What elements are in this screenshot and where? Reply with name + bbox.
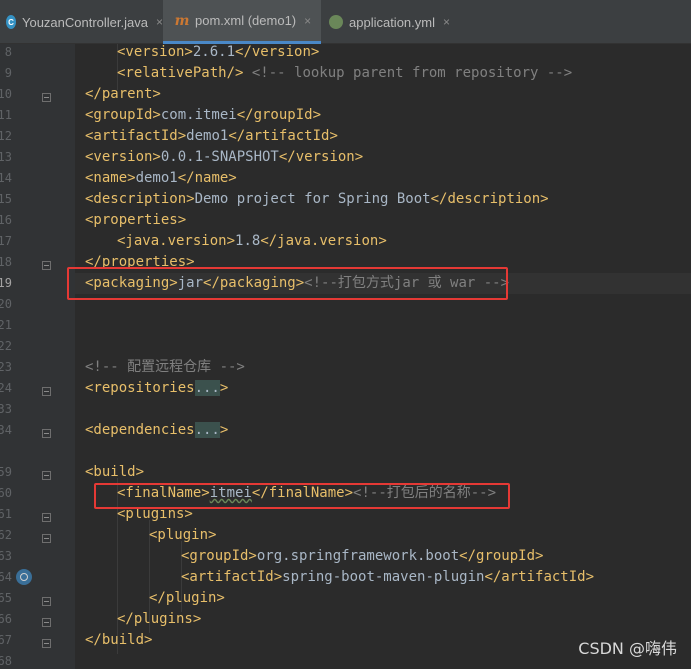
tab-label: application.yml [349,14,435,30]
code-line: <version>2.6.1</version> [117,44,320,60]
fold-marker-icon[interactable] [42,597,51,606]
fold-marker-icon[interactable] [42,513,51,522]
code-line: <!-- 配置远程仓库 --> [85,359,245,375]
fold-marker-icon[interactable] [42,93,51,102]
code-line: </plugin> [149,590,225,606]
line-number: 59 [0,465,12,479]
line-number: 64 [0,570,12,584]
highlight-box-finalname [94,483,510,509]
line-number: 9 [4,66,12,80]
tab-label: YouzanController.java [21,14,148,30]
line-number: 62 [0,528,12,542]
code-line-folded[interactable]: <repositories...> [85,378,228,399]
line-number: 12 [0,129,12,143]
code-line: <artifactId>spring-boot-maven-plugin</ar… [181,569,595,585]
code-line: <description>Demo project for Spring Boo… [85,191,549,207]
line-number: 23 [0,360,12,374]
java-class-icon: C [6,15,16,29]
run-gutter-icon[interactable] [16,569,32,585]
code-line: <version>0.0.1-SNAPSHOT</version> [85,149,364,165]
line-number: 60 [0,486,12,500]
code-editor[interactable]: <version>2.6.1</version> <relativePath/>… [75,44,691,669]
line-number: 22 [0,339,12,353]
line-number: 8 [4,45,12,59]
fold-expand-icon[interactable] [42,429,51,438]
tab-youzan-controller[interactable]: C YouzanController.java × [0,0,163,44]
line-number: 14 [0,171,12,185]
code-line: <groupId>com.itmei</groupId> [85,107,322,123]
fold-marker-icon[interactable] [42,639,51,648]
code-line: <java.version>1.8</java.version> [117,233,387,249]
csdn-watermark: CSDN @嗨伟 [578,639,677,658]
folded-region[interactable]: ... [194,422,220,438]
line-number: 10 [0,87,12,101]
fold-marker-icon[interactable] [42,534,51,543]
line-number: 65 [0,591,12,605]
close-icon[interactable]: × [304,14,311,28]
fold-marker-icon[interactable] [42,471,51,480]
code-line: <groupId>org.springframework.boot</group… [181,548,544,564]
spring-yaml-icon [329,15,343,29]
fold-expand-icon[interactable] [42,387,51,396]
code-line: <properties> [85,212,187,228]
line-number: 61 [0,507,12,521]
close-icon[interactable]: × [443,15,450,29]
code-line: <artifactId>demo1</artifactId> [85,128,338,144]
code-line: <build> [85,464,145,480]
line-number: 21 [0,318,12,332]
tab-pom-xml[interactable]: m pom.xml (demo1) × [163,0,321,44]
line-number: 24 [0,381,12,395]
fold-marker-icon[interactable] [42,618,51,627]
line-number: 33 [0,402,12,416]
code-line-folded[interactable]: <dependencies...> [85,420,228,441]
line-number-gutter[interactable]: 8 9 10 11 12 13 14 15 16 17 18 19 20 21 … [0,44,75,669]
line-number: 67 [0,633,12,647]
fold-marker-icon[interactable] [42,261,51,270]
line-number: 17 [0,234,12,248]
line-number: 63 [0,549,12,563]
code-line: <relativePath/> <!-- lookup parent from … [117,65,573,81]
tab-application-yml[interactable]: application.yml × [321,0,471,44]
code-line: </build> [85,632,153,648]
line-number: 68 [0,654,12,668]
line-number: 20 [0,297,12,311]
line-number: 15 [0,192,12,206]
line-number: 11 [0,108,12,122]
close-icon[interactable]: × [156,15,163,29]
maven-icon: m [174,12,190,29]
code-line: </parent> [85,86,161,102]
highlight-box-packaging [67,267,508,300]
editor-tab-bar: C YouzanController.java × m pom.xml (dem… [0,0,691,44]
line-number: 13 [0,150,12,164]
code-line: <plugin> [149,527,217,543]
line-number-current: 19 [0,276,12,290]
line-number: 34 [0,423,12,437]
line-number: 18 [0,255,12,269]
line-number: 16 [0,213,12,227]
folded-region[interactable]: ... [194,380,220,396]
code-line: </plugins> [117,611,202,627]
code-line: <name>demo1</name> [85,170,237,186]
tab-label: pom.xml (demo1) [195,13,297,28]
line-number: 66 [0,612,12,626]
